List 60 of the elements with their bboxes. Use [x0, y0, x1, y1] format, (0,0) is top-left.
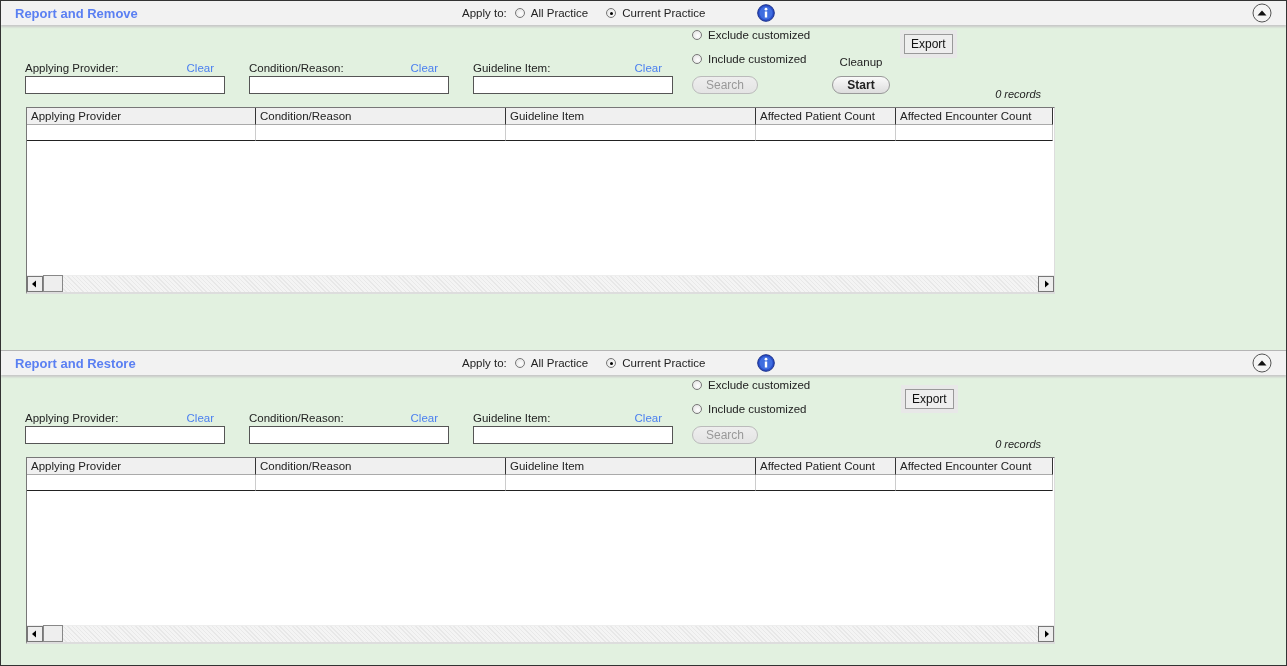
field-label: Condition/Reason:	[249, 62, 344, 74]
scroll-left-icon[interactable]	[27, 275, 43, 292]
radio-button[interactable]	[692, 380, 702, 390]
input-field[interactable]	[25, 76, 225, 94]
apply-to-label: Apply to:	[462, 7, 507, 19]
export-button[interactable]: Export	[905, 389, 954, 409]
radio-label[interactable]: Exclude customized	[708, 29, 811, 41]
radio-label[interactable]: All Practice	[530, 357, 589, 369]
field-label: Applying Provider:	[25, 412, 119, 424]
collapse-icon[interactable]	[1252, 353, 1272, 373]
horizontal-scrollbar[interactable]	[27, 275, 1054, 292]
column-header[interactable]: Affected Encounter Count	[896, 108, 1053, 125]
record-count: 0 records	[995, 88, 1041, 100]
radio-button[interactable]	[606, 8, 617, 18]
radio-label[interactable]: Include customized	[708, 52, 807, 65]
column-header[interactable]: Applying Provider	[27, 108, 256, 125]
column-header[interactable]: Condition/Reason	[256, 108, 506, 125]
column-header[interactable]: Affected Patient Count	[756, 458, 896, 475]
column-header[interactable]: Affected Encounter Count	[896, 458, 1053, 475]
export-button[interactable]: Export	[904, 34, 953, 54]
column-header[interactable]: Condition/Reason	[256, 458, 506, 475]
radio-button[interactable]	[692, 53, 702, 64]
scroll-right-icon[interactable]	[1038, 625, 1054, 642]
input-field[interactable]	[473, 426, 673, 444]
radio-label[interactable]: Current Practice	[622, 7, 706, 19]
input-field[interactable]	[473, 76, 673, 94]
panel-title: Report and Remove	[15, 5, 139, 21]
radio-button[interactable]	[692, 403, 702, 414]
radio-button[interactable]	[514, 358, 525, 368]
scroll-right-icon[interactable]	[1038, 275, 1054, 292]
column-header[interactable]: Affected Patient Count	[756, 108, 896, 125]
radio-label[interactable]: Exclude customized	[708, 379, 811, 391]
radio-button[interactable]	[692, 30, 702, 40]
collapse-icon[interactable]	[1252, 3, 1272, 23]
field-label: Condition/Reason:	[249, 412, 344, 424]
scroll-left-icon[interactable]	[27, 625, 43, 642]
record-count: 0 records	[995, 438, 1041, 450]
info-icon[interactable]	[757, 354, 776, 372]
radio-button[interactable]	[514, 8, 525, 18]
panel-title: Report and Restore	[15, 355, 137, 371]
column-header[interactable]: Guideline Item	[506, 108, 756, 125]
column-header[interactable]: Applying Provider	[27, 458, 256, 475]
radio-button[interactable]	[606, 358, 617, 368]
field-label: Applying Provider:	[25, 62, 119, 74]
radio-label[interactable]: Current Practice	[622, 357, 706, 369]
input-field[interactable]	[25, 426, 225, 444]
radio-label[interactable]: All Practice	[530, 7, 589, 19]
input-field[interactable]	[249, 76, 449, 94]
scrollbar-thumb[interactable]	[43, 625, 63, 642]
horizontal-scrollbar[interactable]	[27, 625, 1054, 642]
start-button[interactable]: Start	[832, 76, 890, 94]
field-label: Guideline Item:	[473, 412, 551, 424]
field-label: Guideline Item:	[473, 62, 551, 74]
radio-label[interactable]: Include customized	[708, 402, 807, 415]
scrollbar-thumb[interactable]	[43, 275, 63, 292]
column-header[interactable]: Guideline Item	[506, 458, 756, 475]
cleanup-label: Cleanup	[839, 56, 883, 68]
apply-to-label: Apply to:	[462, 357, 507, 369]
info-icon[interactable]	[757, 4, 776, 22]
input-field[interactable]	[249, 426, 449, 444]
